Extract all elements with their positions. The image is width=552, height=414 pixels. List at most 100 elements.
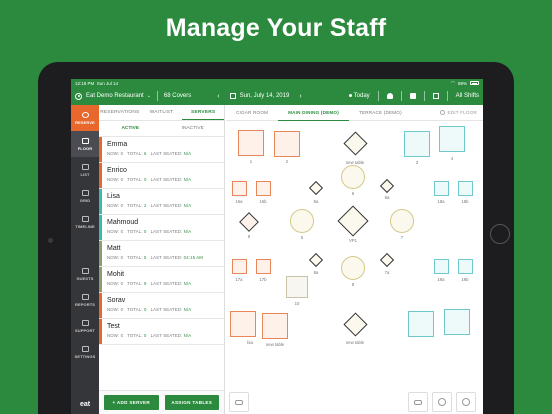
people-icon — [235, 399, 243, 405]
tab-waitlist[interactable]: WAITLIST — [141, 105, 183, 120]
server-row[interactable]: Test NOW: 0 TOTAL: 0 LAST SEATED: N/A — [99, 319, 224, 345]
server-row[interactable]: Enrico NOW: 0 TOTAL: 0 LAST SEATED: N/A — [99, 163, 224, 189]
server-name: Enrico — [107, 167, 127, 174]
check-button[interactable] — [432, 392, 452, 412]
status-bar: 12:18 PM Sun Jul 14 ◠ 88% — [71, 79, 483, 87]
assign-tables-button[interactable]: ASSIGN TABLES — [164, 395, 219, 410]
table-9[interactable] — [239, 212, 259, 232]
server-now: 0 — [120, 333, 124, 338]
server-stats: NOW: 0 TOTAL: 0 LAST SEATED: N/A — [107, 307, 192, 312]
sidebar-item-grid[interactable]: GRID — [71, 183, 99, 209]
table-terrace-1[interactable] — [408, 311, 434, 337]
table-new-1[interactable] — [343, 131, 368, 156]
table-2[interactable] — [274, 131, 300, 157]
table-label: 2 — [285, 159, 289, 164]
sidebar-item-timeline[interactable]: TIMELINE — [71, 209, 99, 235]
timer-button[interactable] — [456, 392, 476, 412]
notes-icon[interactable] — [432, 93, 439, 99]
tab-servers[interactable]: SERVERS — [182, 105, 225, 120]
camera — [48, 238, 53, 243]
current-date[interactable]: Sun, July 14, 2019 — [240, 93, 290, 99]
server-now: 0 — [120, 151, 124, 156]
tab-main-dining[interactable]: MAIN DINING (DEMO) — [278, 105, 349, 121]
bell-icon[interactable] — [386, 93, 393, 99]
server-now: 0 — [120, 307, 124, 312]
sidebar-item-reports[interactable]: REPORTS — [71, 287, 99, 313]
server-row[interactable]: Emma NOW: 0 TOTAL: 6 LAST SEATED: N/A — [99, 137, 224, 163]
server-name: Lisa — [107, 193, 120, 200]
table-17a[interactable] — [232, 259, 247, 274]
edit-floor-button[interactable]: EDIT FLOOR — [439, 110, 483, 115]
server-color-bar — [99, 215, 102, 240]
list-icon — [81, 163, 89, 170]
table-18a[interactable] — [434, 181, 449, 196]
table-new-2[interactable] — [262, 313, 288, 339]
restaurant-logo-icon — [75, 92, 82, 100]
server-name: Mohit — [107, 271, 125, 278]
prev-date-button[interactable]: ‹ — [217, 93, 219, 100]
table-label: 5a — [313, 199, 319, 204]
table-7[interactable] — [390, 209, 414, 233]
today-button[interactable]: Today — [348, 93, 370, 99]
table-label: 7a — [384, 270, 390, 275]
sidebar-item-floor[interactable]: FLOOR — [71, 131, 99, 157]
shift-selector[interactable]: All Shifts — [456, 93, 479, 99]
server-row[interactable]: Matt NOW: 0 TOTAL: 5 LAST SEATED: 04:15 AM — [99, 241, 224, 267]
table-4[interactable] — [439, 126, 465, 152]
tab-inactive[interactable]: INACTIVE — [162, 121, 225, 136]
server-total: 0 — [144, 177, 147, 182]
table-19b[interactable] — [458, 259, 473, 274]
sidebar-item-guests[interactable]: GUESTS — [71, 261, 99, 287]
table-new-3[interactable] — [343, 312, 368, 337]
server-last-seated: 04:15 AM — [183, 255, 204, 260]
table-17b[interactable] — [256, 259, 271, 274]
status-time: 12:18 PM — [75, 80, 95, 86]
tab-terrace[interactable]: TERRACE (DEMO) — [349, 105, 412, 121]
server-row[interactable]: Mahmoud NOW: 0 TOTAL: 0 LAST SEATED: N/A — [99, 215, 224, 241]
sidebar-item-reserve[interactable]: RESERVE — [71, 105, 99, 131]
calendar-icon[interactable] — [229, 93, 236, 99]
table-bia[interactable] — [230, 311, 256, 337]
floor-plan: CIGAR ROOM MAIN DINING (DEMO) TERRACE (D… — [226, 105, 483, 414]
table-3[interactable] — [404, 131, 430, 157]
server-now: 0 — [120, 229, 124, 234]
table-19a[interactable] — [434, 259, 449, 274]
table-8a[interactable] — [308, 252, 324, 268]
add-server-button[interactable]: + ADD SERVER — [104, 395, 159, 410]
top-bar: Eat Demo Restaurant ⌄ 68 Covers ‹ Sun, J… — [71, 87, 483, 105]
table-1[interactable] — [238, 130, 264, 156]
gear-icon — [81, 345, 89, 352]
server-row[interactable]: Lisa NOW: 0 TOTAL: 2 LAST SEATED: N/A — [99, 189, 224, 215]
server-row[interactable]: Sorav NOW: 0 TOTAL: 0 LAST SEATED: N/A — [99, 293, 224, 319]
chevron-down-icon[interactable]: ⌄ — [147, 93, 151, 99]
tab-active[interactable]: ACTIVE — [99, 121, 162, 136]
table-5a[interactable] — [308, 180, 324, 196]
table-16b[interactable] — [256, 181, 271, 196]
table-8[interactable] — [341, 256, 365, 280]
restaurant-selector[interactable]: Eat Demo Restaurant — [86, 93, 144, 99]
printer-icon[interactable] — [409, 93, 416, 99]
home-button[interactable] — [490, 224, 510, 244]
sidebar-item-settings[interactable]: SETTINGS — [71, 339, 99, 365]
tab-reservations[interactable]: RESERVATIONS — [99, 105, 141, 120]
table-5[interactable] — [290, 209, 314, 233]
server-color-bar — [99, 241, 102, 266]
table-10[interactable] — [286, 276, 308, 298]
table-6[interactable] — [341, 165, 365, 189]
server-stats: NOW: 0 TOTAL: 6 LAST SEATED: N/A — [107, 151, 192, 156]
sidebar-item-support[interactable]: SUPPORT — [71, 313, 99, 339]
table-terrace-2[interactable] — [444, 309, 470, 335]
table-7a[interactable] — [379, 252, 395, 268]
servers-view-button[interactable] — [408, 392, 428, 412]
table-8a-top[interactable] — [379, 178, 395, 194]
next-date-button[interactable]: › — [299, 93, 301, 100]
table-18b[interactable] — [458, 181, 473, 196]
server-total: 0 — [144, 307, 147, 312]
tab-cigar-room[interactable]: CIGAR ROOM — [226, 105, 278, 121]
server-row[interactable]: Mohit NOW: 0 TOTAL: 9 LAST SEATED: N/A — [99, 267, 224, 293]
guests-filter-button[interactable] — [229, 392, 249, 412]
sidebar-item-list[interactable]: LIST — [71, 157, 99, 183]
table-16a[interactable] — [232, 181, 247, 196]
table-label: 19b — [461, 277, 469, 282]
table-vp1[interactable] — [337, 205, 369, 237]
